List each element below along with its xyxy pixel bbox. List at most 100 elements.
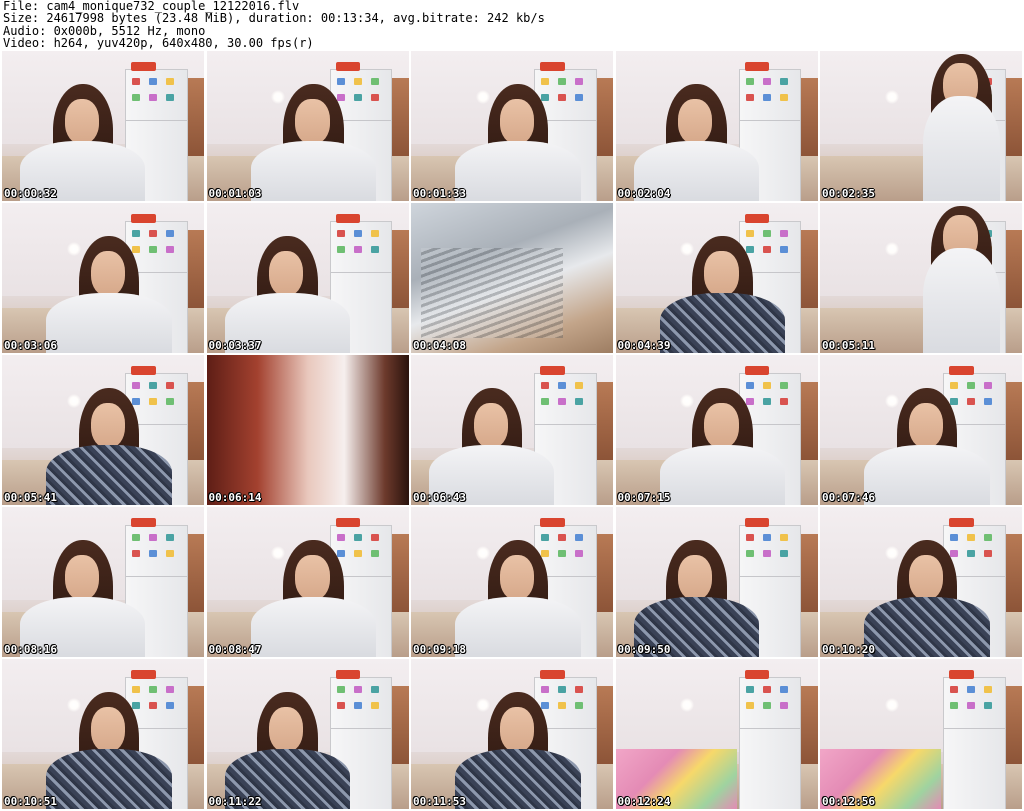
person-face xyxy=(499,555,535,600)
fridge-magnet xyxy=(558,93,567,101)
video-thumbnail[interactable]: 00:04:08 xyxy=(411,203,613,353)
fridge-magnet xyxy=(149,685,158,693)
red-object xyxy=(949,365,974,375)
person-body xyxy=(659,445,786,505)
video-thumbnail[interactable]: 00:10:51 xyxy=(2,659,204,809)
video-thumbnail[interactable]: 00:10:20 xyxy=(820,507,1022,657)
timestamp-label: 00:06:43 xyxy=(413,491,466,504)
fridge-magnet xyxy=(541,381,550,389)
fridge-magnet xyxy=(166,685,175,693)
timestamp-label: 00:02:35 xyxy=(822,187,875,200)
red-object xyxy=(335,517,361,527)
fridge-magnet xyxy=(984,701,993,709)
video-thumbnail[interactable]: 00:07:46 xyxy=(820,355,1022,505)
person-face xyxy=(90,403,126,448)
video-thumbnail[interactable]: 00:06:43 xyxy=(411,355,613,505)
fridge-magnet xyxy=(149,549,158,557)
fridge-magnet xyxy=(370,533,379,541)
fridge-magnet xyxy=(984,397,993,405)
video-thumbnail[interactable]: 00:03:37 xyxy=(206,203,409,353)
fridge-magnet xyxy=(779,381,788,389)
video-thumbnail[interactable]: 00:12:24 xyxy=(615,659,818,809)
fridge-magnet xyxy=(575,93,584,101)
fridge-magnet xyxy=(132,77,141,85)
red-object xyxy=(744,213,770,223)
video-thumbnail[interactable]: 00:02:35 xyxy=(820,51,1022,201)
timestamp-label: 00:08:16 xyxy=(4,643,57,656)
timestamp-label: 00:10:20 xyxy=(822,643,875,656)
red-object xyxy=(131,365,156,375)
fridge-magnet xyxy=(762,77,771,85)
video-thumbnail[interactable]: 00:11:53 xyxy=(411,659,613,809)
fridge-magnet xyxy=(762,549,771,557)
video-thumbnail[interactable]: 00:06:14 xyxy=(206,355,409,505)
ceiling-light xyxy=(66,394,81,408)
fridge-magnet xyxy=(336,533,345,541)
fridge-magnet xyxy=(541,397,550,405)
fridge-magnet xyxy=(745,245,754,253)
file-size-line: Size: 24617998 bytes (23.48 MiB), durati… xyxy=(3,11,545,26)
red-object xyxy=(131,517,156,527)
video-thumbnail[interactable]: 00:11:22 xyxy=(206,659,409,809)
person-body xyxy=(250,597,377,657)
video-thumbnail[interactable]: 00:02:04 xyxy=(615,51,818,201)
red-object xyxy=(540,669,565,679)
fridge-magnet xyxy=(762,397,771,405)
person-body xyxy=(923,248,1000,353)
fridge-magnet xyxy=(575,381,584,389)
fridge-magnet xyxy=(779,549,788,557)
fridge-magnet xyxy=(745,685,754,693)
video-thumbnail[interactable]: 00:03:06 xyxy=(2,203,204,353)
fridge-magnet xyxy=(762,701,771,709)
timestamp-label: 00:11:53 xyxy=(413,795,466,808)
fridge-magnet xyxy=(336,245,345,253)
fridge-magnet xyxy=(132,229,141,237)
video-thumbnail[interactable]: 00:09:18 xyxy=(411,507,613,657)
fridge-magnet xyxy=(558,701,567,709)
timestamp-label: 00:08:47 xyxy=(208,643,262,656)
video-thumbnail[interactable]: 00:05:41 xyxy=(2,355,204,505)
fridge-magnet xyxy=(762,93,771,101)
fridge-magnet xyxy=(149,381,158,389)
fridge-magnet xyxy=(132,685,141,693)
video-thumbnail[interactable]: 00:04:39 xyxy=(615,203,818,353)
video-thumbnail[interactable]: 00:08:47 xyxy=(206,507,409,657)
video-info-line: Video: h264, yuv420p, 640x480, 30.00 fps… xyxy=(3,36,314,51)
fridge-magnet xyxy=(984,533,993,541)
red-object xyxy=(335,669,361,679)
fridge-magnet xyxy=(541,77,550,85)
file-info-header: File: cam4_monique732_couple_12122016.fl… xyxy=(3,0,1021,50)
refrigerator xyxy=(738,677,802,809)
video-thumbnail[interactable]: 00:00:32 xyxy=(2,51,204,201)
fridge-magnet xyxy=(745,381,754,389)
fridge-magnet xyxy=(984,381,993,389)
fridge-magnet xyxy=(370,229,379,237)
video-thumbnail[interactable]: 00:05:11 xyxy=(820,203,1022,353)
fridge-magnet xyxy=(558,77,567,85)
fridge-magnet xyxy=(149,229,158,237)
fridge-magnet xyxy=(541,549,550,557)
fridge-magnet xyxy=(779,533,788,541)
person-body xyxy=(250,141,377,201)
fridge-magnet xyxy=(950,549,959,557)
fridge-magnet xyxy=(353,533,362,541)
red-object xyxy=(949,517,974,527)
video-thumbnail[interactable]: 00:07:15 xyxy=(615,355,818,505)
video-thumbnail[interactable]: 00:12:56 xyxy=(820,659,1022,809)
timestamp-label: 00:04:08 xyxy=(413,339,466,352)
video-thumbnail[interactable]: 00:09:50 xyxy=(615,507,818,657)
fridge-magnet xyxy=(541,93,550,101)
video-thumbnail[interactable]: 00:08:16 xyxy=(2,507,204,657)
person-body xyxy=(46,445,172,505)
fridge-magnet xyxy=(967,685,976,693)
fridge-magnet xyxy=(558,397,567,405)
video-thumbnail[interactable]: 00:01:03 xyxy=(206,51,409,201)
person-body xyxy=(455,749,581,809)
fridge-magnet xyxy=(541,701,550,709)
fridge-magnet xyxy=(132,701,141,709)
fridge-magnet xyxy=(132,93,141,101)
fridge-magnet xyxy=(745,533,754,541)
fridge-magnet xyxy=(541,685,550,693)
fridge-magnet xyxy=(745,549,754,557)
video-thumbnail[interactable]: 00:01:33 xyxy=(411,51,613,201)
